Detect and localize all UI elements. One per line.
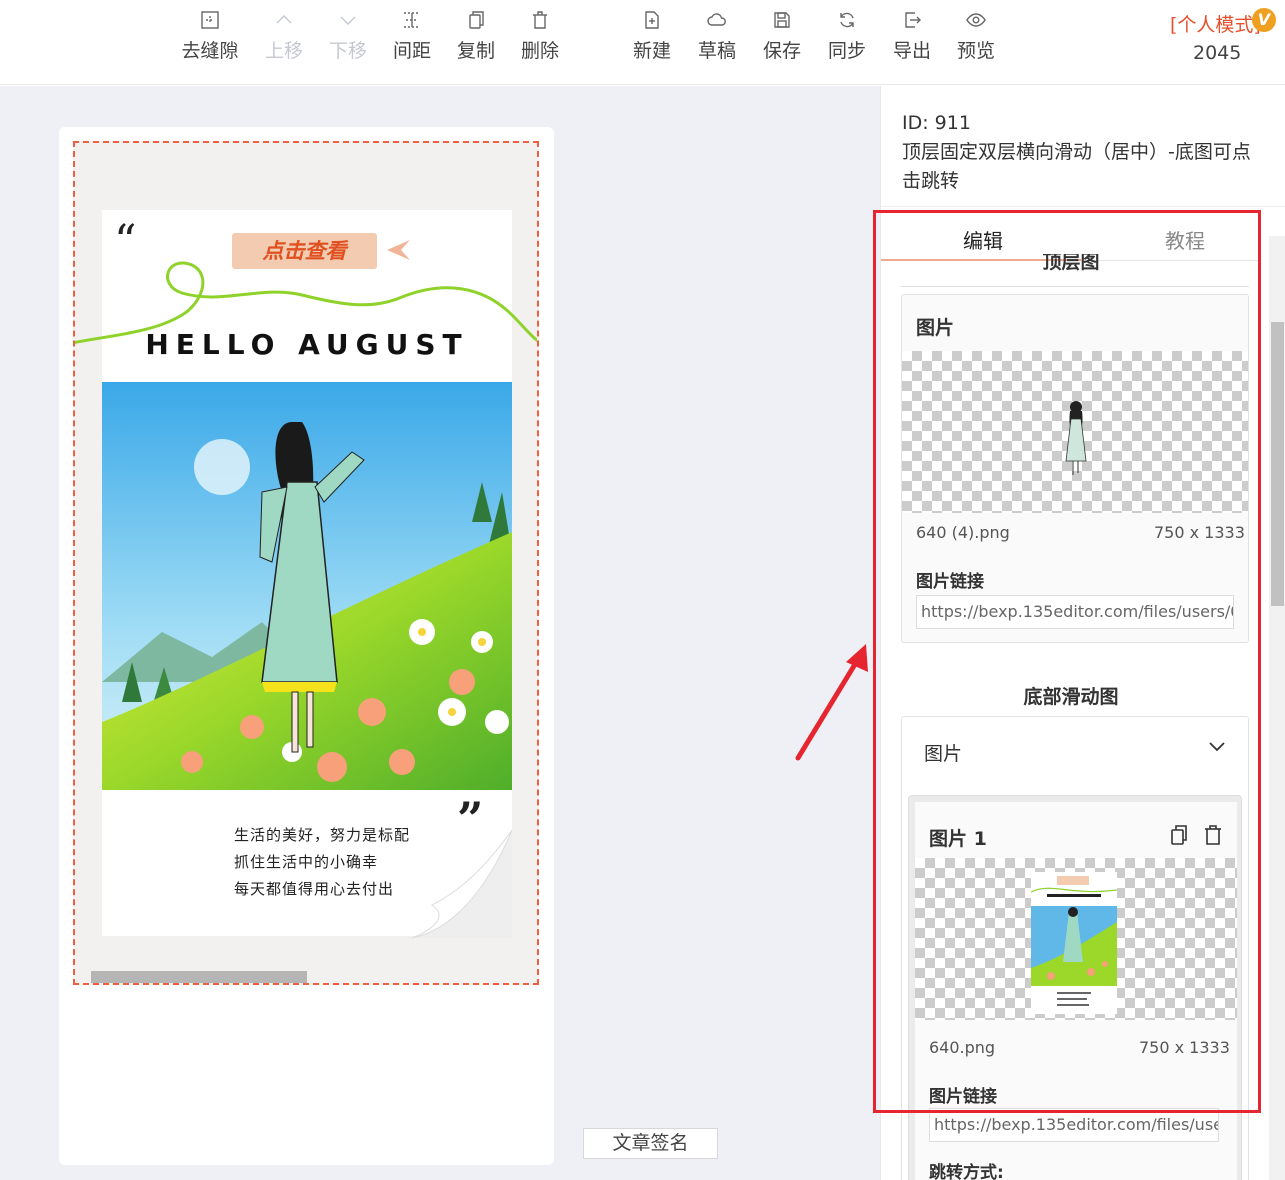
image-item-link-label: 图片链接 [929, 1087, 997, 1107]
gap-label: 去缝隙 [181, 40, 239, 62]
selected-template-frame[interactable]: “ 点击查看 HELLO AUGUST ” 生活的美好，努力是标配 抓住生活中的… [73, 141, 539, 985]
editor-workspace: “ 点击查看 HELLO AUGUST ” 生活的美好，努力是标配 抓住生活中的… [0, 86, 880, 1180]
image-item-dimensions: 750 x 1333 [1139, 1038, 1230, 1057]
personal-mode-link[interactable]: [个人模式] [1170, 10, 1261, 37]
delete-label: 删除 [520, 40, 559, 62]
sync-label: 同步 [827, 40, 866, 62]
top-image-preview[interactable] [902, 351, 1248, 513]
save-button[interactable]: 保存 [750, 10, 814, 63]
copy-button[interactable]: 复制 [444, 10, 508, 63]
chevron-down-icon[interactable] [1208, 741, 1226, 753]
click-to-view-button[interactable]: 点击查看 [232, 233, 377, 269]
export-button[interactable]: 导出 [880, 10, 944, 63]
move-up-icon [276, 15, 292, 24]
open-quote-mark: “ [114, 216, 137, 267]
move-down-icon [340, 16, 356, 25]
preview-label: 预览 [956, 40, 995, 62]
spacing-icon [404, 12, 420, 28]
copy-icon [469, 11, 484, 29]
gap-icon [201, 11, 219, 29]
article-canvas: “ 点击查看 HELLO AUGUST ” 生活的美好，努力是标配 抓住生活中的… [59, 127, 554, 1165]
export-icon [905, 12, 921, 28]
move-down-button[interactable]: 下移 [316, 10, 380, 63]
move-up-label: 上移 [264, 40, 303, 62]
top-image-dimensions: 750 x 1333 [1154, 523, 1245, 542]
jump-mode-label: 跳转方式: [929, 1163, 1004, 1180]
pointer-arrow-icon [387, 240, 410, 260]
settings-panel: ID: 911 顶层固定双层横向滑动（居中）-底图可点击跳转 编辑 教程 顶层图… [880, 86, 1285, 1180]
new-file-icon [645, 11, 659, 29]
delete-icon[interactable] [1203, 824, 1223, 846]
image-item-filename: 640.png [929, 1038, 996, 1057]
eye-icon [966, 13, 986, 27]
image-item-link-input[interactable]: https://bexp.135editor.com/files/users/0… [929, 1108, 1219, 1142]
gap-button[interactable]: 去缝隙 [178, 10, 242, 63]
tab-tutorial[interactable]: 教程 [1165, 225, 1205, 254]
top-image-label: 图片 [916, 317, 955, 339]
vip-badge[interactable]: V [1252, 8, 1276, 32]
delete-icon [533, 11, 547, 29]
caption-line-1: 生活的美好，努力是标配 [234, 826, 411, 844]
page-curl-decoration [411, 829, 512, 939]
delete-button[interactable]: 删除 [508, 10, 572, 63]
spacing-label: 间距 [392, 40, 431, 62]
toolbar: 去缝隙 上移 下移 间距 复制 删除 新建 草稿 保存 同步 导出 预览 [个人… [0, 0, 1285, 85]
draft-button[interactable]: 草稿 [685, 10, 749, 63]
image-item-wrapper: 图片 1 640.png 750 x 1333 图片链接 https://bex… [908, 795, 1242, 1180]
section-divider [901, 286, 1249, 287]
export-label: 导出 [892, 40, 931, 62]
draft-label: 草稿 [697, 40, 736, 62]
accordion-header[interactable]: 图片 [924, 739, 962, 766]
move-up-button[interactable]: 上移 [252, 10, 316, 63]
poster-image[interactable]: “ 点击查看 HELLO AUGUST ” 生活的美好，努力是标配 抓住生活中的… [75, 210, 537, 939]
top-image-filename: 640 (4).png [916, 523, 1010, 542]
move-down-label: 下移 [328, 40, 367, 62]
new-label: 新建 [632, 40, 671, 62]
save-label: 保存 [762, 40, 801, 62]
template-title: 顶层固定双层横向滑动（居中）-底图可点击跳转 [902, 141, 1251, 192]
sync-icon [840, 12, 854, 28]
top-image-box: 图片 640 (4).png 750 x 1333 图片链接 https://b… [901, 294, 1249, 643]
top-image-link-label: 图片链接 [916, 572, 984, 592]
sync-button[interactable]: 同步 [815, 10, 879, 63]
image-item-title: 图片 1 [929, 828, 987, 850]
divider [881, 206, 1285, 207]
panel-scrollbar-thumb[interactable] [1271, 322, 1284, 606]
image-item-preview[interactable] [915, 858, 1237, 1020]
girl-thumbnail [1065, 401, 1087, 475]
spacing-button[interactable]: 间距 [380, 10, 444, 63]
article-signature-button[interactable]: 文章签名 [583, 1128, 718, 1159]
copy-label: 复制 [456, 40, 495, 62]
poster-caption: 生活的美好，努力是标配 抓住生活中的小确幸 每天都值得用心去付出 [234, 822, 410, 903]
scrollbar-thumb[interactable] [91, 971, 307, 983]
user-count: 2045 [1193, 42, 1242, 64]
copy-icon[interactable] [1169, 824, 1189, 846]
image-item-card: 图片 1 640.png 750 x 1333 图片链接 https://bex… [915, 802, 1237, 1180]
template-id: ID: 911 [902, 112, 971, 134]
cloud-icon [707, 13, 726, 26]
save-icon [774, 12, 790, 28]
top-image-link-input[interactable]: https://bexp.135editor.com/files/users/0… [916, 595, 1234, 629]
girl-illustration [102, 382, 512, 790]
preview-button[interactable]: 预览 [944, 10, 1008, 63]
top-layer-section-title: 顶层图 [1042, 254, 1100, 273]
horizontal-scrollbar[interactable] [79, 969, 535, 983]
caption-line-2: 抓住生活中的小确幸 [234, 853, 379, 871]
poster-thumbnail [1031, 872, 1117, 1014]
poster-headline: HELLO AUGUST [145, 328, 469, 361]
bottom-slide-section-title: 底部滑动图 [1023, 686, 1119, 708]
new-button[interactable]: 新建 [620, 10, 684, 63]
tab-edit[interactable]: 编辑 [963, 225, 1003, 254]
panel-scrollbar[interactable] [1269, 236, 1285, 1180]
bottom-image-accordion: 图片 图片 1 640.png 750 x 1333 图片链接 https://… [901, 716, 1249, 1180]
caption-line-3: 每天都值得用心去付出 [234, 880, 395, 898]
